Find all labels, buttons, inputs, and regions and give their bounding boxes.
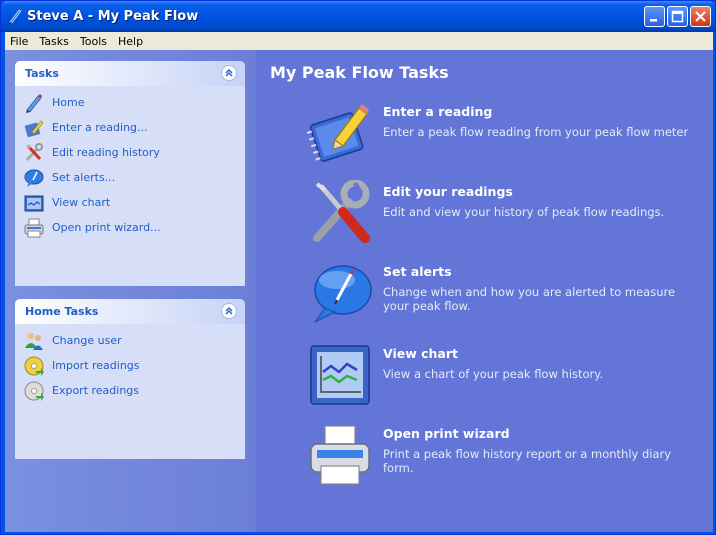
- task-pane: Tasks Home Enter a reading... Edit readi…: [5, 50, 256, 532]
- close-button[interactable]: [690, 6, 711, 27]
- speech-bubble-icon: [314, 265, 372, 323]
- maximize-button[interactable]: [667, 6, 688, 27]
- task-description: Edit and view your history of peak flow …: [383, 205, 665, 219]
- task-description: Change when and how you are alerted to m…: [383, 285, 676, 313]
- task-description: Enter a peak flow reading from your peak…: [383, 125, 689, 139]
- task-link-view-chart[interactable]: View chart: [15, 190, 245, 215]
- cd-import-icon: [24, 356, 44, 376]
- minimize-icon: [650, 19, 657, 22]
- printer-icon: [310, 425, 370, 485]
- task-open-print-wizard[interactable]: Open print wizard Print a peak flow hist…: [307, 422, 707, 492]
- home-task-label: Change user: [52, 334, 122, 347]
- tasks-collapse-button[interactable]: [221, 65, 237, 81]
- tasks-panel: Tasks Home Enter a reading... Edit readi…: [15, 61, 245, 286]
- tasks-panel-title: Tasks: [25, 67, 59, 80]
- app-window: Steve A - My Peak Flow File Tasks Tools …: [0, 0, 716, 535]
- home-task-label: Import readings: [52, 359, 140, 372]
- tools-icon: [313, 180, 370, 243]
- close-icon: [695, 11, 706, 22]
- tasks-panel-header[interactable]: Tasks: [15, 61, 245, 86]
- home-tasks-collapse-button[interactable]: [221, 303, 237, 319]
- task-description: View a chart of your peak flow history.: [383, 367, 604, 381]
- task-link-home[interactable]: Home: [15, 90, 245, 115]
- printer-icon: [24, 218, 44, 238]
- minimize-button[interactable]: [644, 6, 665, 27]
- task-link-set-alerts[interactable]: Set alerts...: [15, 165, 245, 190]
- notebook-pencil-icon: [24, 120, 44, 138]
- home-tasks-panel-title: Home Tasks: [25, 305, 99, 318]
- task-set-alerts[interactable]: Set alerts Change when and how you are a…: [307, 260, 707, 330]
- cd-export-icon: [24, 381, 44, 401]
- menu-help[interactable]: Help: [113, 35, 149, 48]
- menu-file[interactable]: File: [5, 35, 34, 48]
- task-edit-readings[interactable]: Edit your readings Edit and view your hi…: [307, 180, 707, 250]
- task-link-label: Set alerts...: [52, 171, 116, 184]
- chevron-up-icon: [225, 69, 233, 77]
- home-tasks-panel: Home Tasks Change user Import readings E…: [15, 299, 245, 459]
- tools-icon: [25, 143, 43, 162]
- maximize-icon: [671, 10, 684, 23]
- task-link-label: Edit reading history: [52, 146, 160, 159]
- home-task-label: Export readings: [52, 384, 140, 397]
- task-title: Open print wizard: [383, 426, 510, 441]
- task-link-label: View chart: [52, 196, 111, 209]
- chart-icon: [310, 345, 370, 405]
- task-title: Set alerts: [383, 264, 452, 279]
- home-task-export-readings[interactable]: Export readings: [15, 378, 245, 403]
- task-title: Edit your readings: [383, 184, 513, 199]
- notebook-pencil-icon: [307, 104, 369, 162]
- pen-icon: [9, 9, 22, 24]
- home-tasks-panel-header[interactable]: Home Tasks: [15, 299, 245, 324]
- users-icon: [25, 332, 43, 350]
- task-title: View chart: [383, 346, 458, 361]
- task-enter-reading[interactable]: Enter a reading Enter a peak flow readin…: [307, 100, 707, 170]
- pen-icon: [26, 94, 42, 113]
- task-link-enter-reading[interactable]: Enter a reading...: [15, 115, 245, 140]
- task-description: Print a peak flow history report or a mo…: [383, 447, 672, 475]
- task-link-label: Open print wizard...: [52, 221, 161, 234]
- title-bar[interactable]: Steve A - My Peak Flow: [1, 1, 715, 32]
- task-link-edit-history[interactable]: Edit reading history: [15, 140, 245, 165]
- window-title: Steve A - My Peak Flow: [27, 9, 199, 24]
- menu-tasks[interactable]: Tasks: [34, 35, 74, 48]
- home-task-import-readings[interactable]: Import readings: [15, 353, 245, 378]
- task-link-label: Enter a reading...: [52, 121, 148, 134]
- page-title: My Peak Flow Tasks: [270, 63, 449, 82]
- chart-icon: [24, 195, 44, 212]
- content-area: Tasks Home Enter a reading... Edit readi…: [5, 50, 713, 532]
- menu-tools[interactable]: Tools: [75, 35, 113, 48]
- task-title: Enter a reading: [383, 104, 493, 119]
- home-task-change-user[interactable]: Change user: [15, 328, 245, 353]
- chevron-up-icon: [225, 307, 233, 315]
- menu-bar: File Tasks Tools Help: [5, 32, 713, 50]
- task-link-label: Home: [52, 96, 85, 109]
- task-view-chart[interactable]: View chart View a chart of your peak flo…: [307, 342, 707, 412]
- speech-bubble-icon: [24, 169, 44, 187]
- task-link-print-wizard[interactable]: Open print wizard...: [15, 215, 245, 240]
